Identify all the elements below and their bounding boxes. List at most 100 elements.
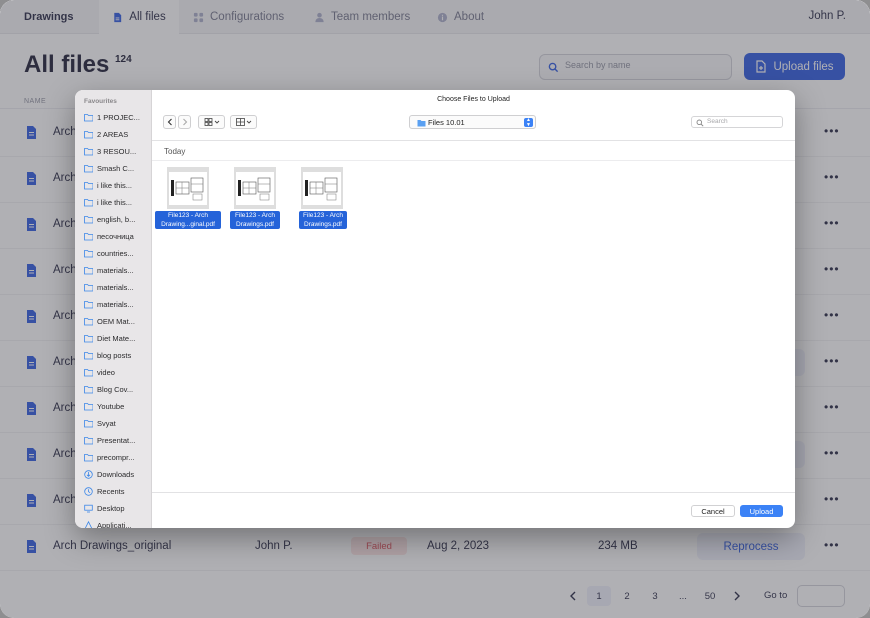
folder-icon: [84, 334, 93, 342]
sidebar-item-label: english, b...: [97, 214, 136, 224]
sidebar-item-label: Youtube: [97, 401, 125, 411]
drawing-preview-icon: [171, 177, 204, 201]
sidebar-item[interactable]: english, b...: [84, 212, 150, 226]
app-window: Drawings All files Configurations Team m…: [0, 0, 870, 618]
chevron-right-icon: [182, 118, 187, 126]
pdf-thumbnail: [234, 167, 276, 209]
file-item-name-line: Drawing...ginal.pdf: [161, 221, 215, 228]
dialog-search-input[interactable]: [707, 118, 777, 125]
folder-icon: [84, 181, 93, 189]
apps-icon: [84, 520, 93, 528]
file-item-label: File123 - Arch Drawing...ginal.pdf: [155, 211, 221, 229]
chevron-updown-icon: ▲ ▼: [524, 118, 533, 127]
folder-icon: [84, 232, 93, 240]
cancel-button[interactable]: Cancel: [691, 505, 735, 517]
folder-icon: [84, 385, 93, 393]
sidebar-item-label: Applicati...: [97, 520, 132, 529]
file-picker-dialog: Favourites 1 PROJEC... 2 AREAS 3 RESOU... S…: [75, 90, 795, 528]
sidebar-item[interactable]: Recents: [84, 484, 150, 498]
folder-icon: [84, 300, 93, 308]
sidebar-item-label: Svyat: [97, 418, 116, 428]
folder-icon: [84, 113, 93, 121]
sidebar-item-label: 3 RESOU...: [97, 146, 137, 156]
folder-icon: [84, 215, 93, 223]
sidebar-item-label: video: [97, 367, 115, 377]
forward-button[interactable]: [178, 115, 191, 129]
sidebar-item[interactable]: materials...: [84, 280, 150, 294]
file-item-label: File123 - Arch Drawings.pdf: [230, 211, 280, 229]
sidebar-item-label: песочница: [97, 231, 134, 241]
sidebar-item[interactable]: OEM Mat...: [84, 314, 150, 328]
dialog-title: Choose Files to Upload: [437, 96, 510, 103]
folder-icon: [84, 249, 93, 257]
file-item-name-line: File123 - Arch: [234, 212, 276, 219]
folder-icon: [84, 402, 93, 410]
sidebar-item[interactable]: 2 AREAS: [84, 127, 150, 141]
sidebar-item[interactable]: Applicati...: [84, 518, 150, 528]
sidebar-item[interactable]: countries...: [84, 246, 150, 260]
footer-divider: [152, 492, 795, 493]
search-icon: [696, 119, 704, 127]
sidebar-item[interactable]: песочница: [84, 229, 150, 243]
back-button[interactable]: [163, 115, 176, 129]
folder-icon: [84, 368, 93, 376]
folder-icon: [84, 317, 93, 325]
file-item-name-line: Drawings.pdf: [304, 221, 342, 228]
sidebar-item[interactable]: Diet Mate...: [84, 331, 150, 345]
upload-button[interactable]: Upload: [740, 505, 783, 517]
sidebar-item-label: Smash C...: [97, 163, 135, 173]
sidebar-item[interactable]: i like this...: [84, 195, 150, 209]
folder-icon: [84, 351, 93, 359]
clock-icon: [84, 486, 93, 496]
sidebar-item-label: Downloads: [97, 469, 135, 479]
sidebar-item[interactable]: materials...: [84, 263, 150, 277]
group-heading: Today: [164, 147, 186, 156]
sidebar-item-label: countries...: [97, 248, 134, 258]
sidebar-item[interactable]: 1 PROJEC...: [84, 110, 150, 124]
sidebar-item[interactable]: Presentat...: [84, 433, 150, 447]
dialog-search-field[interactable]: [691, 116, 783, 128]
location-dropdown[interactable]: Files 10.01 ▲ ▼: [409, 115, 536, 129]
folder-icon: [84, 419, 93, 427]
file-item-name-line: Drawings.pdf: [236, 221, 274, 228]
sidebar-item[interactable]: Desktop: [84, 501, 150, 515]
drawing-preview-icon: [305, 177, 338, 201]
folder-icon: [84, 164, 93, 172]
sidebar-item[interactable]: Youtube: [84, 399, 150, 413]
folder-icon: [84, 283, 93, 291]
folder-icon: [84, 266, 93, 274]
download-icon: [84, 469, 93, 479]
sidebar-item-label: i like this...: [97, 180, 133, 190]
sidebar-item-label: Desktop: [97, 503, 125, 513]
group-by-button[interactable]: [230, 115, 257, 129]
sidebar-item[interactable]: Smash C...: [84, 161, 150, 175]
pdf-thumbnail: [301, 167, 343, 209]
sidebar-item[interactable]: Downloads: [84, 467, 150, 481]
sidebar-item[interactable]: i like this...: [84, 178, 150, 192]
group-divider: [152, 160, 795, 161]
folder-icon: [417, 120, 426, 127]
folder-icon: [84, 198, 93, 206]
sidebar-item[interactable]: video: [84, 365, 150, 379]
sidebar-heading: Favourites: [84, 98, 117, 105]
sidebar-item[interactable]: precompr...: [84, 450, 150, 464]
sidebar-item[interactable]: 3 RESOU...: [84, 144, 150, 158]
sidebar-item[interactable]: blog posts: [84, 348, 150, 362]
folder-icon: [84, 453, 93, 461]
view-mode-button[interactable]: [198, 115, 225, 129]
sidebar-item-label: Recents: [97, 486, 125, 496]
folder-icon: [84, 436, 93, 444]
sidebar-item-label: precompr...: [97, 452, 135, 462]
file-item-name-line: File123 - Arch: [302, 212, 344, 219]
file-item-name-line: File123 - Arch: [167, 212, 209, 219]
sidebar-item[interactable]: materials...: [84, 297, 150, 311]
folder-icon: [84, 147, 93, 155]
sidebar-item-label: materials...: [97, 282, 134, 292]
sidebar-item[interactable]: Blog Cov...: [84, 382, 150, 396]
sidebar-item-label: Diet Mate...: [97, 333, 136, 343]
sidebar-item-label: i like this...: [97, 197, 133, 207]
sidebar-item-label: Presentat...: [97, 435, 136, 445]
favourites-sidebar: Favourites 1 PROJEC... 2 AREAS 3 RESOU... S…: [75, 90, 152, 528]
sidebar-item-label: 2 AREAS: [97, 129, 129, 139]
sidebar-item[interactable]: Svyat: [84, 416, 150, 430]
